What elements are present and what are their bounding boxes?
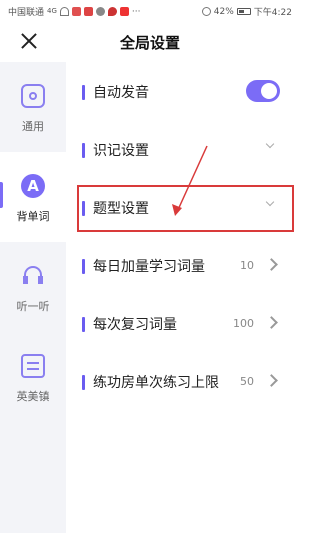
- annotation-arrow: [172, 145, 208, 216]
